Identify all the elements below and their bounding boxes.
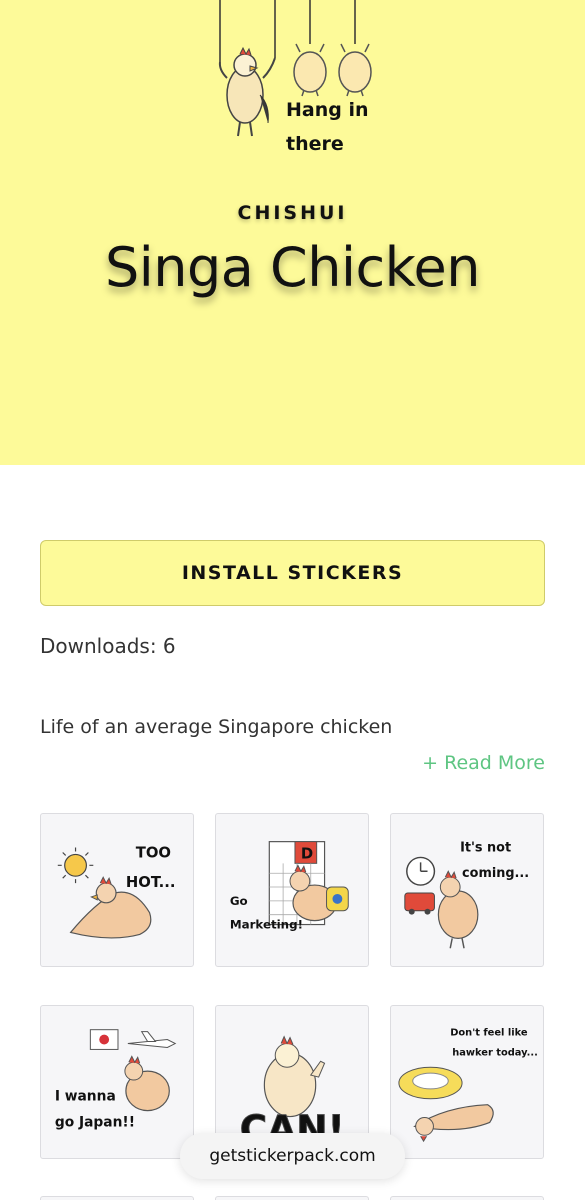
japan-flag-icon xyxy=(89,1029,119,1050)
clock-icon xyxy=(406,856,436,886)
sticker-partial-middle[interactable] xyxy=(215,1196,369,1200)
airplane-icon xyxy=(127,1031,177,1048)
sticker-too-hot[interactable]: TOO HOT... xyxy=(40,813,194,967)
sticker-2-caption1: Go xyxy=(230,894,248,908)
bus-icon xyxy=(404,892,435,915)
sticker-3-caption2: coming... xyxy=(462,866,529,881)
sticker-6-caption2: hawker today... xyxy=(452,1047,538,1058)
banner-caption-line1: Hang in xyxy=(286,99,369,121)
sticker-dont-feel-like-hawker[interactable]: Don't feel like hawker today... xyxy=(390,1005,544,1159)
pack-description: Life of an average Singapore chicken xyxy=(40,716,393,738)
sticker-4-caption2: go Japan!! xyxy=(55,1114,135,1130)
sticker-2-caption2: Marketing! xyxy=(230,917,303,931)
banner-caption-line2: there xyxy=(286,133,344,155)
sticker-partial-right[interactable] xyxy=(390,1196,544,1200)
install-stickers-button[interactable]: INSTALL STICKERS xyxy=(40,540,545,606)
sticker-partial-left[interactable] xyxy=(40,1196,194,1200)
author-name: CHISHUI xyxy=(237,202,348,224)
chicken-rice-plate-icon xyxy=(398,1066,463,1100)
downloads-count: Downloads: 6 xyxy=(40,634,176,658)
sticker-3-caption1: It's not xyxy=(460,841,511,856)
site-url-pill[interactable]: getstickerpack.com xyxy=(180,1133,405,1179)
hanging-chickens-illustration: Hang in there xyxy=(218,0,372,155)
hero-banner: Hang in there CHISHUI Singa Chicken xyxy=(0,0,585,465)
sticker-go-marketing[interactable]: D Go Marketing! xyxy=(215,813,369,967)
sun-icon xyxy=(57,847,94,884)
sticker-1-caption1: TOO xyxy=(136,844,171,861)
sticker-wanna-go-japan[interactable]: I wanna go Japan!! xyxy=(40,1005,194,1159)
sticker-its-not-coming[interactable]: It's not coming... xyxy=(390,813,544,967)
pack-title: Singa Chicken xyxy=(105,236,480,299)
sticker-4-caption1: I wanna xyxy=(55,1089,116,1105)
read-more-link[interactable]: + Read More xyxy=(422,752,545,774)
sticker-1-caption2: HOT... xyxy=(126,874,176,891)
svg-text:D: D xyxy=(301,845,313,862)
sticker-6-caption1: Don't feel like xyxy=(450,1028,528,1039)
